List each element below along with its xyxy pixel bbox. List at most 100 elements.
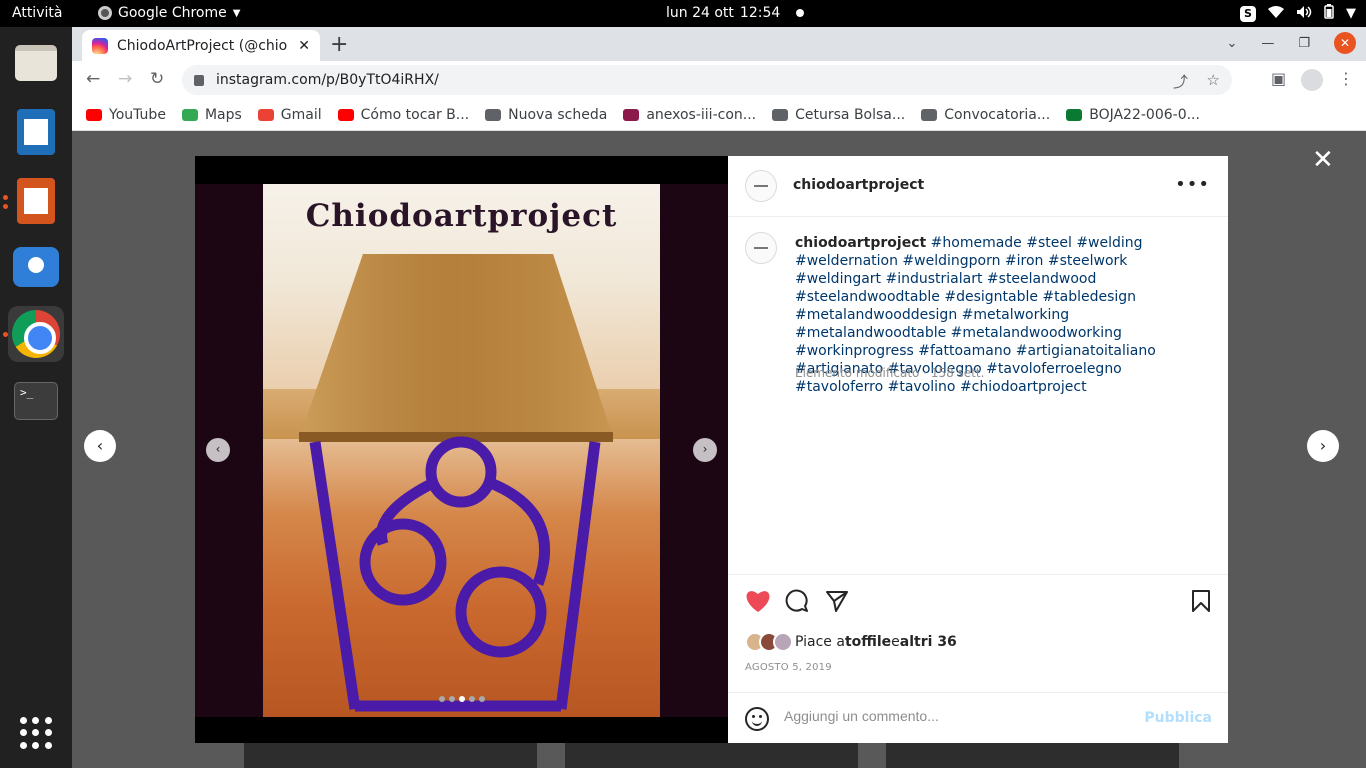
bookmark-favicon-icon (921, 108, 938, 121)
address-bar[interactable]: instagram.com/p/B0yTtO4iRHX/ ⤴ ☆ (182, 65, 1232, 95)
show-applications-button[interactable] (20, 717, 52, 749)
maximize-button[interactable]: ❐ (1298, 36, 1310, 51)
caption-username[interactable]: chiodoartproject (795, 235, 926, 251)
dock-libreoffice-writer[interactable] (8, 104, 64, 160)
bookmark-star-icon[interactable]: ☆ (1207, 71, 1220, 89)
side-panel-icon[interactable]: ▣ (1271, 69, 1286, 88)
likes-prefix: Piace a (795, 634, 845, 650)
likes-joiner: e (891, 634, 900, 650)
menu-kebab-icon[interactable]: ⋮ (1338, 69, 1354, 88)
impress-icon (17, 178, 55, 224)
activities-button[interactable]: Attività (12, 5, 62, 21)
running-indicator (3, 195, 8, 200)
bookmark-item[interactable]: Cetursa Bolsa... (772, 107, 905, 123)
comment-icon[interactable] (785, 589, 809, 617)
wifi-icon[interactable] (1268, 5, 1284, 23)
post-sidebar: chiodoartproject ••• chiodoartproject #h… (728, 156, 1228, 743)
back-button[interactable]: ← (86, 69, 100, 89)
previous-post-button[interactable]: ‹ (84, 430, 116, 462)
caption-avatar[interactable] (745, 232, 777, 264)
notification-dot-icon (796, 9, 805, 17)
bookmark-favicon-icon (181, 108, 198, 121)
forward-button[interactable]: → (118, 69, 132, 89)
save-bookmark-icon[interactable] (1191, 589, 1211, 617)
post-photo[interactable]: Chiodoartproject (263, 184, 660, 717)
dock-chrome[interactable] (8, 306, 64, 362)
new-tab-button[interactable]: + (330, 32, 348, 57)
close-tab-icon[interactable]: ✕ (298, 38, 310, 54)
bookmark-item[interactable]: Convocatoria... (921, 107, 1050, 123)
volume-icon[interactable] (1296, 5, 1312, 23)
likes-others-link[interactable]: altri 36 (900, 634, 957, 650)
modal-close-icon[interactable]: ✕ (1312, 145, 1334, 175)
bookmark-item[interactable]: Gmail (257, 106, 322, 123)
reload-button[interactable]: ↻ (150, 69, 164, 89)
bookmark-label: Gmail (280, 106, 322, 123)
power-menu-caret-icon[interactable]: ▼ (1346, 6, 1356, 21)
dock-libreoffice-impress[interactable] (8, 173, 64, 229)
share-direct-icon[interactable] (825, 589, 849, 617)
browser-toolbar: ← → ↻ instagram.com/p/B0yTtO4iRHX/ ⤴ ☆ ▣… (72, 61, 1366, 99)
author-username[interactable]: chiodoartproject (793, 177, 924, 193)
post-media: Chiodoartproject ‹ › (195, 156, 728, 743)
emoji-icon[interactable] (745, 707, 769, 731)
clock-date: lun 24 ott (666, 5, 734, 21)
photo-watermark-text: Chiodoartproject (305, 198, 618, 234)
browser-window: ChiodoArtProject (@chio ✕ + ⌄ — ❐ ✕ ← → … (72, 27, 1366, 768)
bookmark-favicon-icon (623, 108, 640, 121)
lock-icon[interactable] (194, 74, 204, 86)
bookmark-favicon-icon (337, 108, 354, 121)
bookmark-item[interactable]: Nuova scheda (485, 107, 607, 123)
likes-summary[interactable]: Piace a toffile e altri 36 (745, 632, 957, 652)
next-post-button[interactable]: › (1307, 430, 1339, 462)
tab-search-icon[interactable]: ⌄ (1226, 36, 1237, 51)
comment-input[interactable] (784, 708, 1124, 724)
photo-table-drawing (299, 254, 613, 712)
post-date[interactable]: AGOSTO 5, 2019 (745, 662, 832, 673)
minimize-button[interactable]: — (1261, 36, 1274, 51)
clock[interactable]: lun 24 ott 12:54 (666, 5, 805, 21)
software-store-icon (13, 247, 59, 287)
bookmark-favicon-icon (1066, 108, 1083, 121)
tab-strip: ChiodoArtProject (@chio ✕ + ⌄ — ❐ ✕ (72, 27, 1366, 61)
bookmark-item[interactable]: anexos-iii-con... (623, 107, 756, 123)
bookmark-label: YouTube (109, 106, 166, 123)
tab-title: ChiodoArtProject (@chio (117, 37, 288, 54)
bookmark-item[interactable]: BOJA22-006-0... (1066, 107, 1200, 123)
carousel-dots (439, 696, 485, 702)
dock-files[interactable] (8, 35, 64, 91)
media-next-button[interactable]: › (693, 438, 717, 462)
bookmark-label: Maps (204, 106, 242, 123)
close-window-button[interactable]: ✕ (1334, 32, 1356, 54)
share-icon[interactable]: ⤴ (1173, 71, 1188, 92)
instagram-page: ✕ ‹ › Chiodoartproject ‹ › chiodoartproj… (72, 131, 1366, 768)
system-tray[interactable]: S ▼ (1240, 4, 1356, 23)
bookmark-label: Nuova scheda (508, 106, 608, 123)
dock-software-store[interactable] (8, 239, 64, 295)
post-actions: Piace a toffile e altri 36 AGOSTO 5, 201… (728, 574, 1228, 692)
battery-icon[interactable] (1324, 4, 1334, 23)
tab-instagram[interactable]: ChiodoArtProject (@chio ✕ (82, 30, 320, 61)
app-menu[interactable]: Google Chrome ▼ (98, 5, 240, 21)
liker-avatars (745, 632, 793, 652)
bookmark-item[interactable]: Maps (181, 106, 242, 123)
author-avatar[interactable] (745, 170, 777, 202)
comment-form: Pubblica (728, 692, 1228, 743)
dock-terminal[interactable]: >_ (8, 373, 64, 429)
bookmarks-bar: YouTube Maps Gmail Cómo tocar B... Nuova sch… (72, 99, 1366, 131)
carousel-dot (449, 696, 455, 702)
bookmark-item[interactable]: YouTube (86, 107, 166, 123)
bookmark-favicon-icon (86, 108, 102, 121)
system-top-bar: Attività Google Chrome ▼ lun 24 ott 12:5… (0, 0, 1366, 27)
instagram-favicon-icon (92, 37, 108, 54)
publish-button[interactable]: Pubblica (1144, 710, 1212, 726)
skype-icon[interactable]: S (1240, 5, 1256, 22)
dock: >_ (0, 27, 72, 768)
profile-avatar-icon[interactable] (1301, 69, 1323, 91)
like-heart-icon[interactable] (745, 589, 771, 617)
likes-user-link[interactable]: toffile (845, 634, 891, 650)
bookmark-item[interactable]: Cómo tocar B... (337, 107, 469, 123)
media-previous-button[interactable]: ‹ (206, 438, 230, 462)
writer-icon (17, 109, 55, 155)
more-options-icon[interactable]: ••• (1175, 174, 1210, 195)
